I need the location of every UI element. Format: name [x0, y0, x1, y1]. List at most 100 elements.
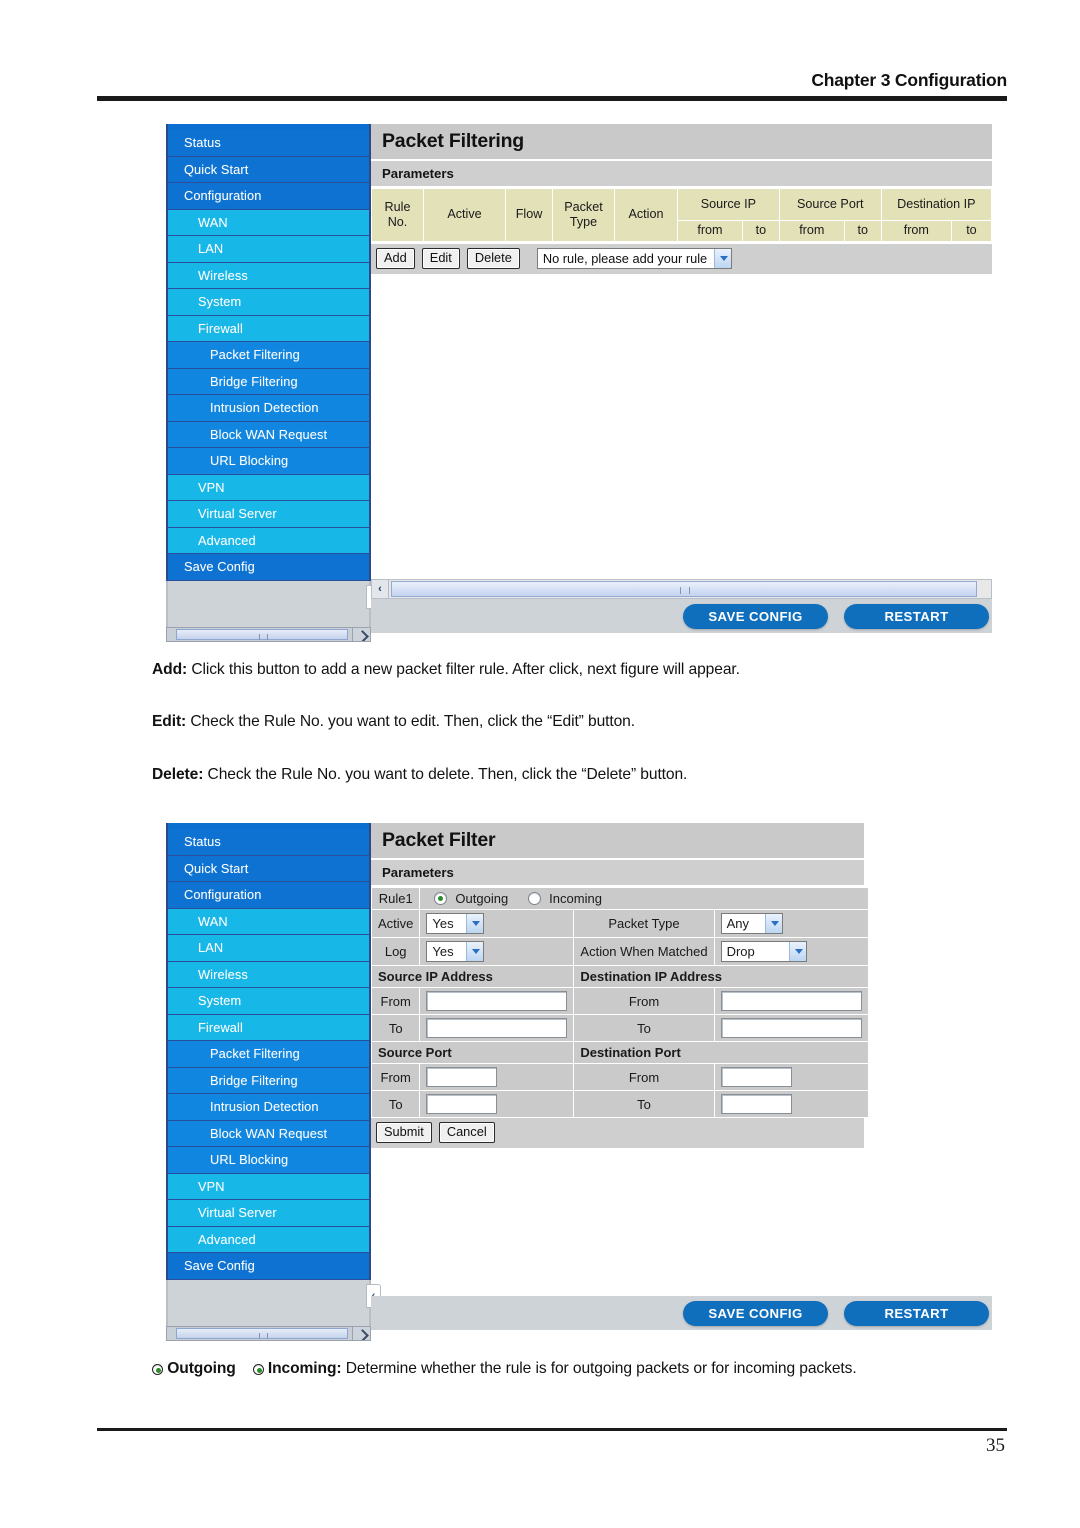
log-select[interactable]: Yes: [426, 941, 485, 962]
col-rule-no: Rule No.: [371, 188, 424, 242]
sidebar-item-label: Status: [184, 834, 221, 849]
chevron-down-icon[interactable]: [466, 942, 484, 961]
add-description: Click this button to add a new packet fi…: [187, 661, 740, 678]
source-port-to-input[interactable]: [426, 1094, 498, 1114]
chevron-down-icon[interactable]: [764, 914, 782, 933]
sidebar-item-advanced[interactable]: Advanced: [166, 1226, 371, 1253]
radio-incoming[interactable]: [528, 892, 542, 905]
row-ip-section-headers: Source IP Address Destination IP Address: [370, 965, 869, 988]
sidebar-item-system[interactable]: System: [166, 289, 371, 316]
destination-port-from-input[interactable]: [720, 1067, 792, 1087]
sidebar-item-label: Packet Filtering: [210, 347, 300, 362]
log-field-cell: Yes: [419, 937, 575, 966]
packet-filter-rules-table: Rule No. Active Flow Packet Type Action …: [371, 188, 993, 242]
packet-type-select[interactable]: Any: [720, 913, 783, 934]
scroll-left-icon[interactable]: ‹: [372, 580, 389, 598]
sidebar-item-lan[interactable]: LAN: [166, 935, 371, 962]
row-port-from: From From: [370, 1063, 869, 1091]
radio-outgoing[interactable]: [434, 892, 448, 905]
source-ip-to-input[interactable]: [426, 1018, 568, 1038]
source-port-from-input[interactable]: [426, 1067, 498, 1087]
sidebar-scroll-thumb[interactable]: [176, 628, 348, 640]
sidebar-item-status[interactable]: Status: [166, 829, 371, 856]
sidebar-item-configuration[interactable]: Configuration: [166, 183, 371, 210]
sidebar-item-url-blocking[interactable]: URL Blocking: [166, 448, 371, 475]
restart-button[interactable]: RESTART: [844, 1300, 989, 1326]
row-ip-from: From From: [370, 987, 869, 1015]
inline-radio-outgoing-icon: [152, 1364, 163, 1375]
source-port-from-cell: [419, 1063, 575, 1091]
sidebar-horizontal-scrollbar[interactable]: [166, 626, 371, 642]
chevron-down-icon[interactable]: [714, 249, 732, 268]
add-button[interactable]: Add: [376, 248, 415, 269]
sidebar-item-packet-filtering[interactable]: Packet Filtering: [166, 342, 371, 369]
delete-button[interactable]: Delete: [466, 248, 520, 269]
sidebar-item-save-config[interactable]: Save Config: [166, 1253, 371, 1280]
sidebar-item-virtual-server[interactable]: Virtual Server: [166, 501, 371, 528]
destination-ip-to-input[interactable]: [720, 1018, 862, 1038]
sidebar-item-virtual-server[interactable]: Virtual Server: [166, 1200, 371, 1227]
sidebar-item-system[interactable]: System: [166, 988, 371, 1015]
source-ip-section-title: Source IP Address: [370, 965, 575, 988]
sidebar-item-packet-filtering[interactable]: Packet Filtering: [166, 1041, 371, 1068]
chevron-down-icon[interactable]: [788, 942, 806, 961]
sidebar-item-firewall[interactable]: Firewall: [166, 1014, 371, 1041]
save-config-button[interactable]: SAVE CONFIG: [683, 603, 828, 629]
sidebar-resize-grip[interactable]: [352, 1326, 370, 1340]
sidebar-item-firewall[interactable]: Firewall: [166, 315, 371, 342]
sidebar-item-configuration[interactable]: Configuration: [166, 882, 371, 909]
submit-button[interactable]: Submit: [376, 1122, 432, 1143]
source-ip-from-input[interactable]: [426, 991, 568, 1011]
destination-ip-from-cell: [713, 987, 869, 1015]
edit-description: Check the Rule No. you want to edit. The…: [186, 713, 635, 730]
action-when-matched-select[interactable]: Drop: [720, 941, 807, 962]
figure-packet-filter-form: Status Quick Start Configuration WAN LAN Wire…: [166, 823, 992, 1341]
edit-button[interactable]: Edit: [421, 248, 460, 269]
paragraph-edit: Edit: Check the Rule No. you want to edi…: [152, 713, 1022, 731]
content-horizontal-scrollbar[interactable]: ‹: [371, 579, 992, 599]
sidebar-item-quick-start[interactable]: Quick Start: [166, 156, 371, 183]
sidebar-item-label: Intrusion Detection: [210, 1099, 319, 1114]
router-sidebar-2: Status Quick Start Configuration WAN LAN Wire…: [166, 823, 381, 1341]
sidebar-item-save-config[interactable]: Save Config: [166, 554, 371, 581]
sidebar-item-label: Advanced: [198, 532, 256, 548]
col-source-port-from: from: [778, 220, 845, 242]
sidebar-item-block-wan-request[interactable]: Block WAN Request: [166, 421, 371, 448]
panel-title: Packet Filter: [371, 823, 864, 860]
packet-type-field-cell: Any: [713, 909, 869, 938]
restart-button[interactable]: RESTART: [844, 603, 989, 629]
active-field-cell: Yes: [419, 909, 575, 938]
sidebar-resize-grip[interactable]: [352, 627, 370, 641]
sidebar-item-wireless[interactable]: Wireless: [166, 262, 371, 289]
sidebar-horizontal-scrollbar[interactable]: [166, 1325, 371, 1341]
sidebar-item-intrusion-detection[interactable]: Intrusion Detection: [166, 1094, 371, 1121]
destination-ip-from-input[interactable]: [720, 991, 862, 1011]
content-scroll-thumb[interactable]: [391, 581, 977, 597]
table-header-row-primary: Rule No. Active Flow Packet Type Action …: [371, 188, 993, 242]
sidebar-item-intrusion-detection[interactable]: Intrusion Detection: [166, 395, 371, 422]
sidebar-item-label: Virtual Server: [198, 1205, 277, 1220]
save-config-button[interactable]: SAVE CONFIG: [683, 1300, 828, 1326]
paragraph-add: Add: Click this button to add a new pack…: [152, 661, 1022, 679]
sidebar-item-status[interactable]: Status: [166, 130, 371, 157]
sidebar-item-wireless[interactable]: Wireless: [166, 961, 371, 988]
cancel-button[interactable]: Cancel: [438, 1122, 495, 1143]
sidebar-item-url-blocking[interactable]: URL Blocking: [166, 1147, 371, 1174]
sidebar-item-vpn[interactable]: VPN: [166, 1173, 371, 1200]
active-select[interactable]: Yes: [426, 913, 485, 934]
chevron-down-icon[interactable]: [466, 914, 484, 933]
sidebar-item-quick-start[interactable]: Quick Start: [166, 855, 371, 882]
destination-port-to-input[interactable]: [720, 1094, 792, 1114]
sidebar-scroll-thumb[interactable]: [176, 1327, 348, 1339]
sidebar-item-block-wan-request[interactable]: Block WAN Request: [166, 1120, 371, 1147]
sidebar-item-bridge-filtering[interactable]: Bridge Filtering: [166, 1067, 371, 1094]
action-when-matched-value: Drop: [726, 944, 755, 959]
sidebar-item-bridge-filtering[interactable]: Bridge Filtering: [166, 368, 371, 395]
sidebar-item-wan[interactable]: WAN: [166, 209, 371, 236]
sidebar-item-wan[interactable]: WAN: [166, 908, 371, 935]
sidebar-item-advanced[interactable]: Advanced: [166, 527, 371, 554]
sidebar-item-vpn[interactable]: VPN: [166, 474, 371, 501]
sidebar-item-lan[interactable]: LAN: [166, 236, 371, 263]
sidebar-menu-list: Status Quick Start Configuration WAN LAN Wire…: [166, 829, 371, 1280]
rule-select-dropdown[interactable]: No rule, please add your rule: [536, 248, 733, 269]
